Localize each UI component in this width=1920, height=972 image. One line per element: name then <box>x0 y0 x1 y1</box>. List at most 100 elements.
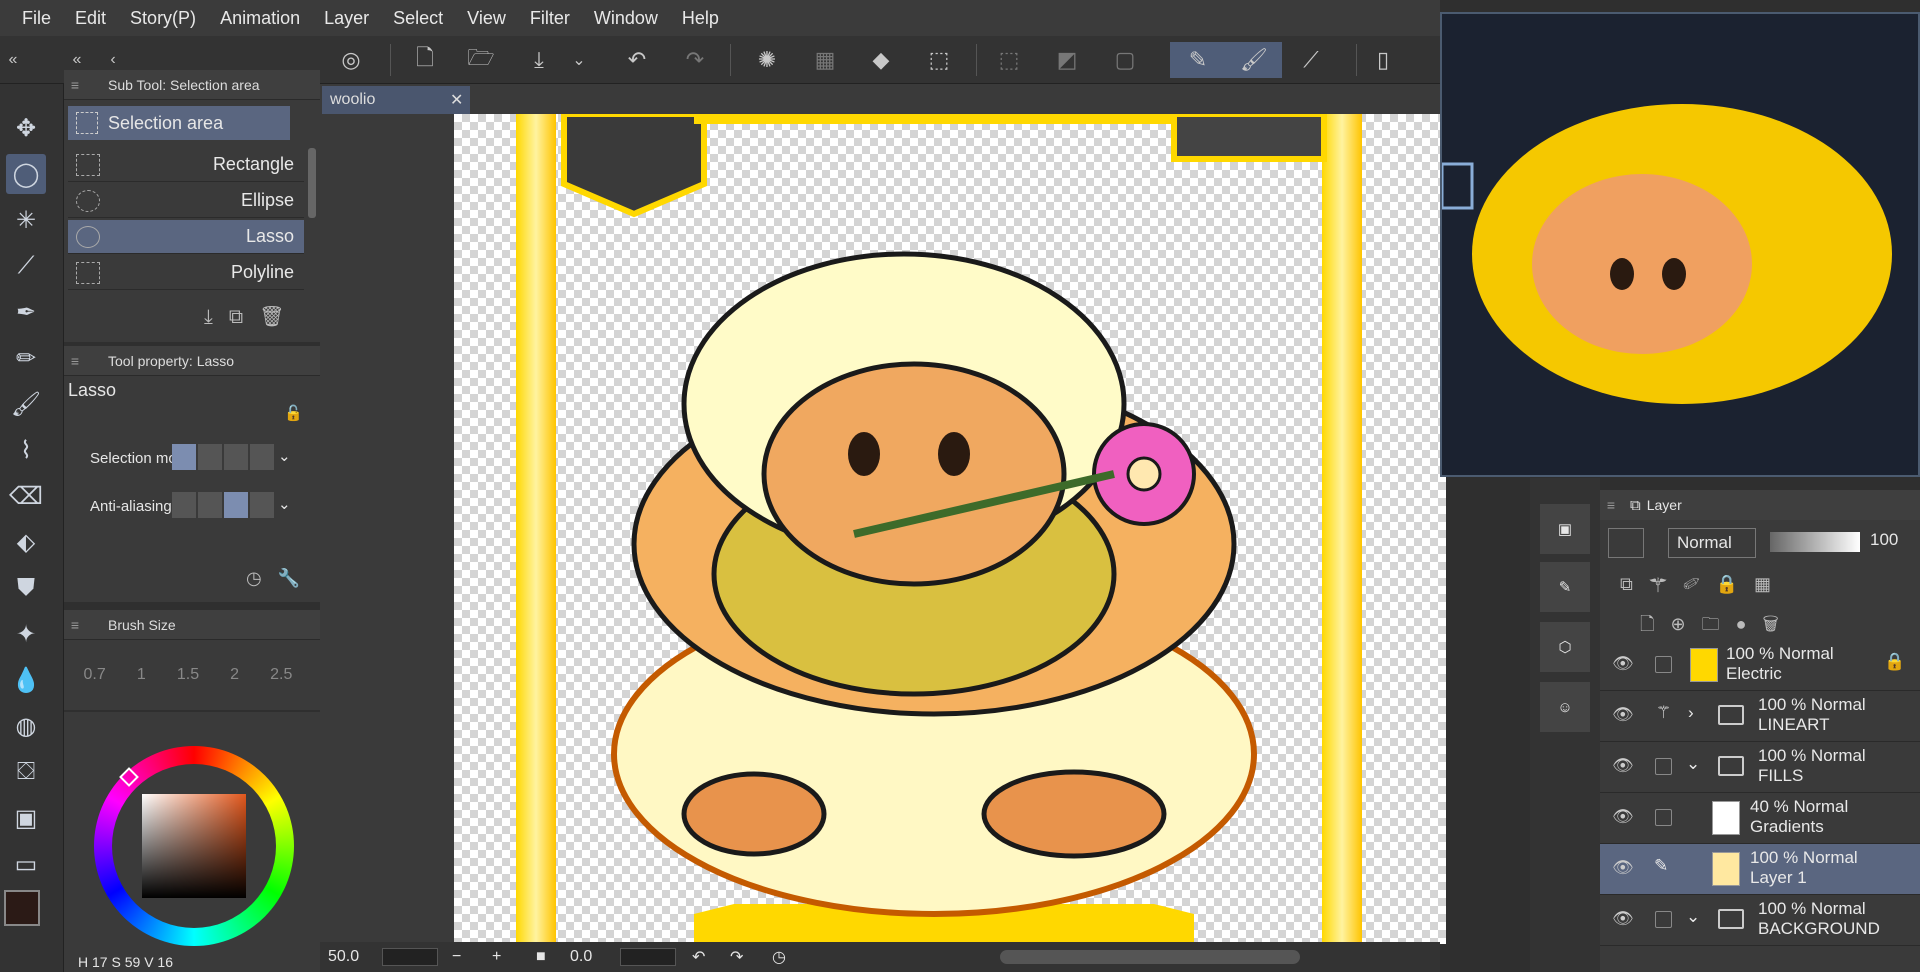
navigator-preview[interactable] <box>1440 12 1920 477</box>
layer-row-layer-1[interactable]: 👁 ✎ 100 % Normal Layer 1 <box>1600 844 1920 895</box>
open-folder-icon[interactable]: 🗁 <box>462 42 500 78</box>
menu-file[interactable]: File <box>10 8 63 29</box>
ruler-pen-icon[interactable]: ⟋ <box>1292 42 1330 78</box>
subtool-scrollbar[interactable] <box>308 148 316 218</box>
rotate-right-icon[interactable]: ↷ <box>730 947 743 967</box>
magic-wand-icon[interactable]: ✳ <box>6 200 46 240</box>
aa-weak-icon[interactable] <box>198 492 222 518</box>
save-icon[interactable]: ⤓ <box>520 42 558 78</box>
eye-icon[interactable]: 👁 <box>1612 756 1634 776</box>
layer-row-fills[interactable]: 👁 ⌄ 100 % Normal FILLS <box>1600 742 1920 793</box>
hue-handle[interactable] <box>119 767 139 787</box>
fill-tool-icon[interactable]: ⛋ <box>6 752 46 792</box>
app-logo-icon[interactable]: ◎ <box>332 42 370 78</box>
draft-icon[interactable]: ✐ <box>1683 574 1715 594</box>
grip-icon[interactable]: ≡ <box>64 353 86 369</box>
brush-size-option[interactable]: 1 <box>137 666 146 684</box>
pen-mode-icon[interactable]: ✎ <box>1170 42 1226 78</box>
eye-icon[interactable]: 👁 <box>1612 807 1634 827</box>
wrench-icon[interactable]: 🔧 <box>278 568 316 588</box>
layer-checkbox[interactable] <box>1655 758 1672 775</box>
eye-icon[interactable]: 👁 <box>1612 654 1634 674</box>
layer-checkbox[interactable] <box>1655 809 1672 826</box>
aa-strong-icon[interactable] <box>250 492 274 518</box>
clock-icon[interactable]: ◷ <box>246 568 278 588</box>
menu-help[interactable]: Help <box>670 8 731 29</box>
zoom-value[interactable]: 50.0 <box>328 948 359 966</box>
brush-tool-icon[interactable]: 🖌 <box>6 384 46 424</box>
new-selection-icon[interactable] <box>172 444 196 470</box>
subtool-lasso[interactable]: Lasso <box>68 220 304 254</box>
loading-icon[interactable]: ✺ <box>748 42 786 78</box>
trash-icon[interactable]: 🗑 <box>1762 614 1794 634</box>
layer-checkbox[interactable] <box>1655 911 1672 928</box>
lock-icon[interactable]: 🔓 <box>284 404 303 422</box>
spray-tool-icon[interactable]: ⌇ <box>6 430 46 470</box>
transparency-icon[interactable]: ▦ <box>806 42 844 78</box>
stamp-tool-icon[interactable]: ⛊ <box>6 568 46 608</box>
add-selection-icon[interactable] <box>198 444 222 470</box>
collapse-left-icon[interactable]: « <box>0 42 26 78</box>
select-all-icon[interactable]: ▢ <box>1106 42 1144 78</box>
brush-size-option[interactable]: 1.5 <box>177 666 199 684</box>
new-file-icon[interactable]: 🗋 <box>406 42 444 78</box>
pencil-tool-icon[interactable]: ✏ <box>6 338 46 378</box>
reset-rotation-icon[interactable]: ◷ <box>772 947 786 967</box>
layer-row-gradients[interactable]: 👁 40 % Normal Gradients <box>1600 793 1920 844</box>
opacity-value[interactable]: 100 <box>1870 530 1898 550</box>
cube-icon[interactable]: ⬡ <box>1540 622 1590 672</box>
blend-tool-icon[interactable]: ⬖ <box>6 522 46 562</box>
eraser-tool-icon[interactable]: ⌫ <box>6 476 46 516</box>
duplicate-icon[interactable]: ⧉ <box>229 306 259 328</box>
menu-animation[interactable]: Animation <box>208 8 312 29</box>
saturation-value-square[interactable] <box>142 794 246 898</box>
redo-icon[interactable]: ↷ <box>676 42 714 78</box>
view-frame-indicator[interactable] <box>1440 162 1474 210</box>
eye-icon[interactable]: 👁 <box>1612 909 1634 929</box>
new-vector-layer-icon[interactable]: ⊕ <box>1670 614 1701 634</box>
menu-window[interactable]: Window <box>582 8 670 29</box>
menu-filter[interactable]: Filter <box>518 8 582 29</box>
brush-mode-icon[interactable]: 🖌 <box>1226 42 1282 78</box>
zoom-out-icon[interactable]: − <box>452 948 461 966</box>
brush-size-option[interactable]: 0.7 <box>84 666 106 684</box>
selection-mode-control[interactable]: ⌄ <box>170 444 291 470</box>
move-tool-icon[interactable]: ✥ <box>6 108 46 148</box>
zoom-slider[interactable] <box>382 948 438 966</box>
brush-size-option[interactable]: 2 <box>230 666 239 684</box>
eye-icon[interactable]: 👁 <box>1612 858 1634 878</box>
lock-transparency-icon[interactable]: ▦ <box>1754 574 1787 594</box>
mask-icon[interactable]: ● <box>1736 614 1763 634</box>
chevron-down-icon[interactable]: ⌄ <box>1686 907 1700 927</box>
menu-edit[interactable]: Edit <box>63 8 118 29</box>
rotation-slider[interactable] <box>620 948 676 966</box>
undo-icon[interactable]: ↶ <box>618 42 656 78</box>
chevron-down-icon[interactable]: ⌄ <box>278 496 291 513</box>
layer-checkbox[interactable] <box>1655 656 1672 673</box>
image-icon[interactable]: ▣ <box>1540 504 1590 554</box>
menu-story[interactable]: Story(P) <box>118 8 208 29</box>
opacity-slider[interactable] <box>1770 532 1860 552</box>
person-icon[interactable]: ☺ <box>1540 682 1590 732</box>
chevron-right-icon[interactable]: › <box>1688 703 1694 723</box>
subtract-selection-icon[interactable] <box>224 444 248 470</box>
download-icon[interactable]: ⤓ <box>204 306 229 328</box>
eyedropper-icon[interactable]: ⟋ <box>6 246 46 286</box>
new-folder-icon[interactable]: 🗀 <box>1702 614 1736 634</box>
intersect-selection-icon[interactable] <box>250 444 274 470</box>
subtool-group-tab[interactable]: Selection area <box>68 106 290 140</box>
main-color-swatch[interactable] <box>4 890 40 926</box>
sparkle-tool-icon[interactable]: ✦ <box>6 614 46 654</box>
grip-icon[interactable]: ≡ <box>64 77 86 93</box>
lasso-tool-icon[interactable]: ◯ <box>6 154 46 194</box>
grip-icon[interactable]: ≡ <box>1600 497 1622 513</box>
edit-image-icon[interactable]: ✎ <box>1540 562 1590 612</box>
invert-selection-icon[interactable]: ◩ <box>1048 42 1086 78</box>
gradient-tool-icon[interactable]: ▣ <box>6 798 46 838</box>
fit-icon[interactable]: ■ <box>536 948 546 966</box>
brush-size-option[interactable]: 2.5 <box>270 666 292 684</box>
lock-icon[interactable]: 🔒 <box>1716 574 1754 594</box>
zoom-in-icon[interactable]: + <box>492 948 501 966</box>
chevron-down-icon[interactable]: ⌄ <box>1686 754 1700 774</box>
lock-icon[interactable]: 🔒 <box>1884 652 1905 672</box>
